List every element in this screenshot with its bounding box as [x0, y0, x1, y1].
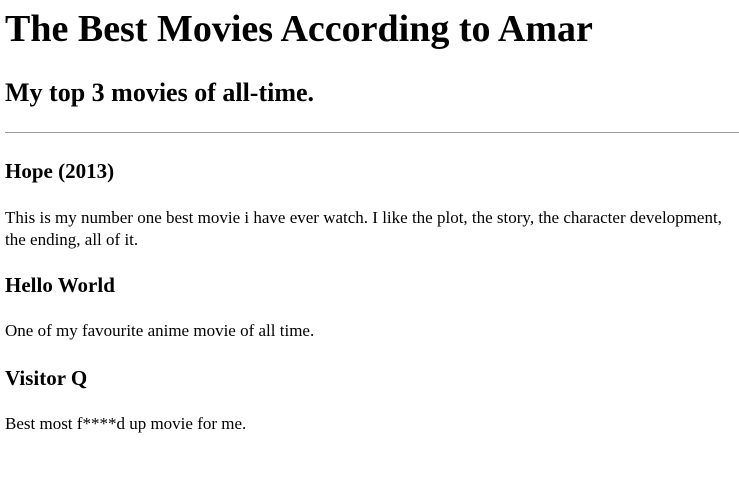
- movie-title: Hello World: [5, 273, 115, 297]
- movie-description: This is my number one best movie i have …: [5, 208, 722, 249]
- page: The Best Movies According to Amar My top…: [0, 0, 739, 488]
- movie-title: Hope (2013): [5, 159, 115, 183]
- movie-title: Visitor Q: [5, 366, 88, 390]
- divider: [5, 132, 739, 133]
- movie-description: Best most f****d up movie for me.: [5, 414, 247, 433]
- page-subtitle: My top 3 movies of all-time.: [5, 78, 315, 107]
- page-title: The Best Movies According to Amar: [5, 8, 593, 50]
- movie-description: One of my favourite anime movie of all t…: [5, 321, 315, 340]
